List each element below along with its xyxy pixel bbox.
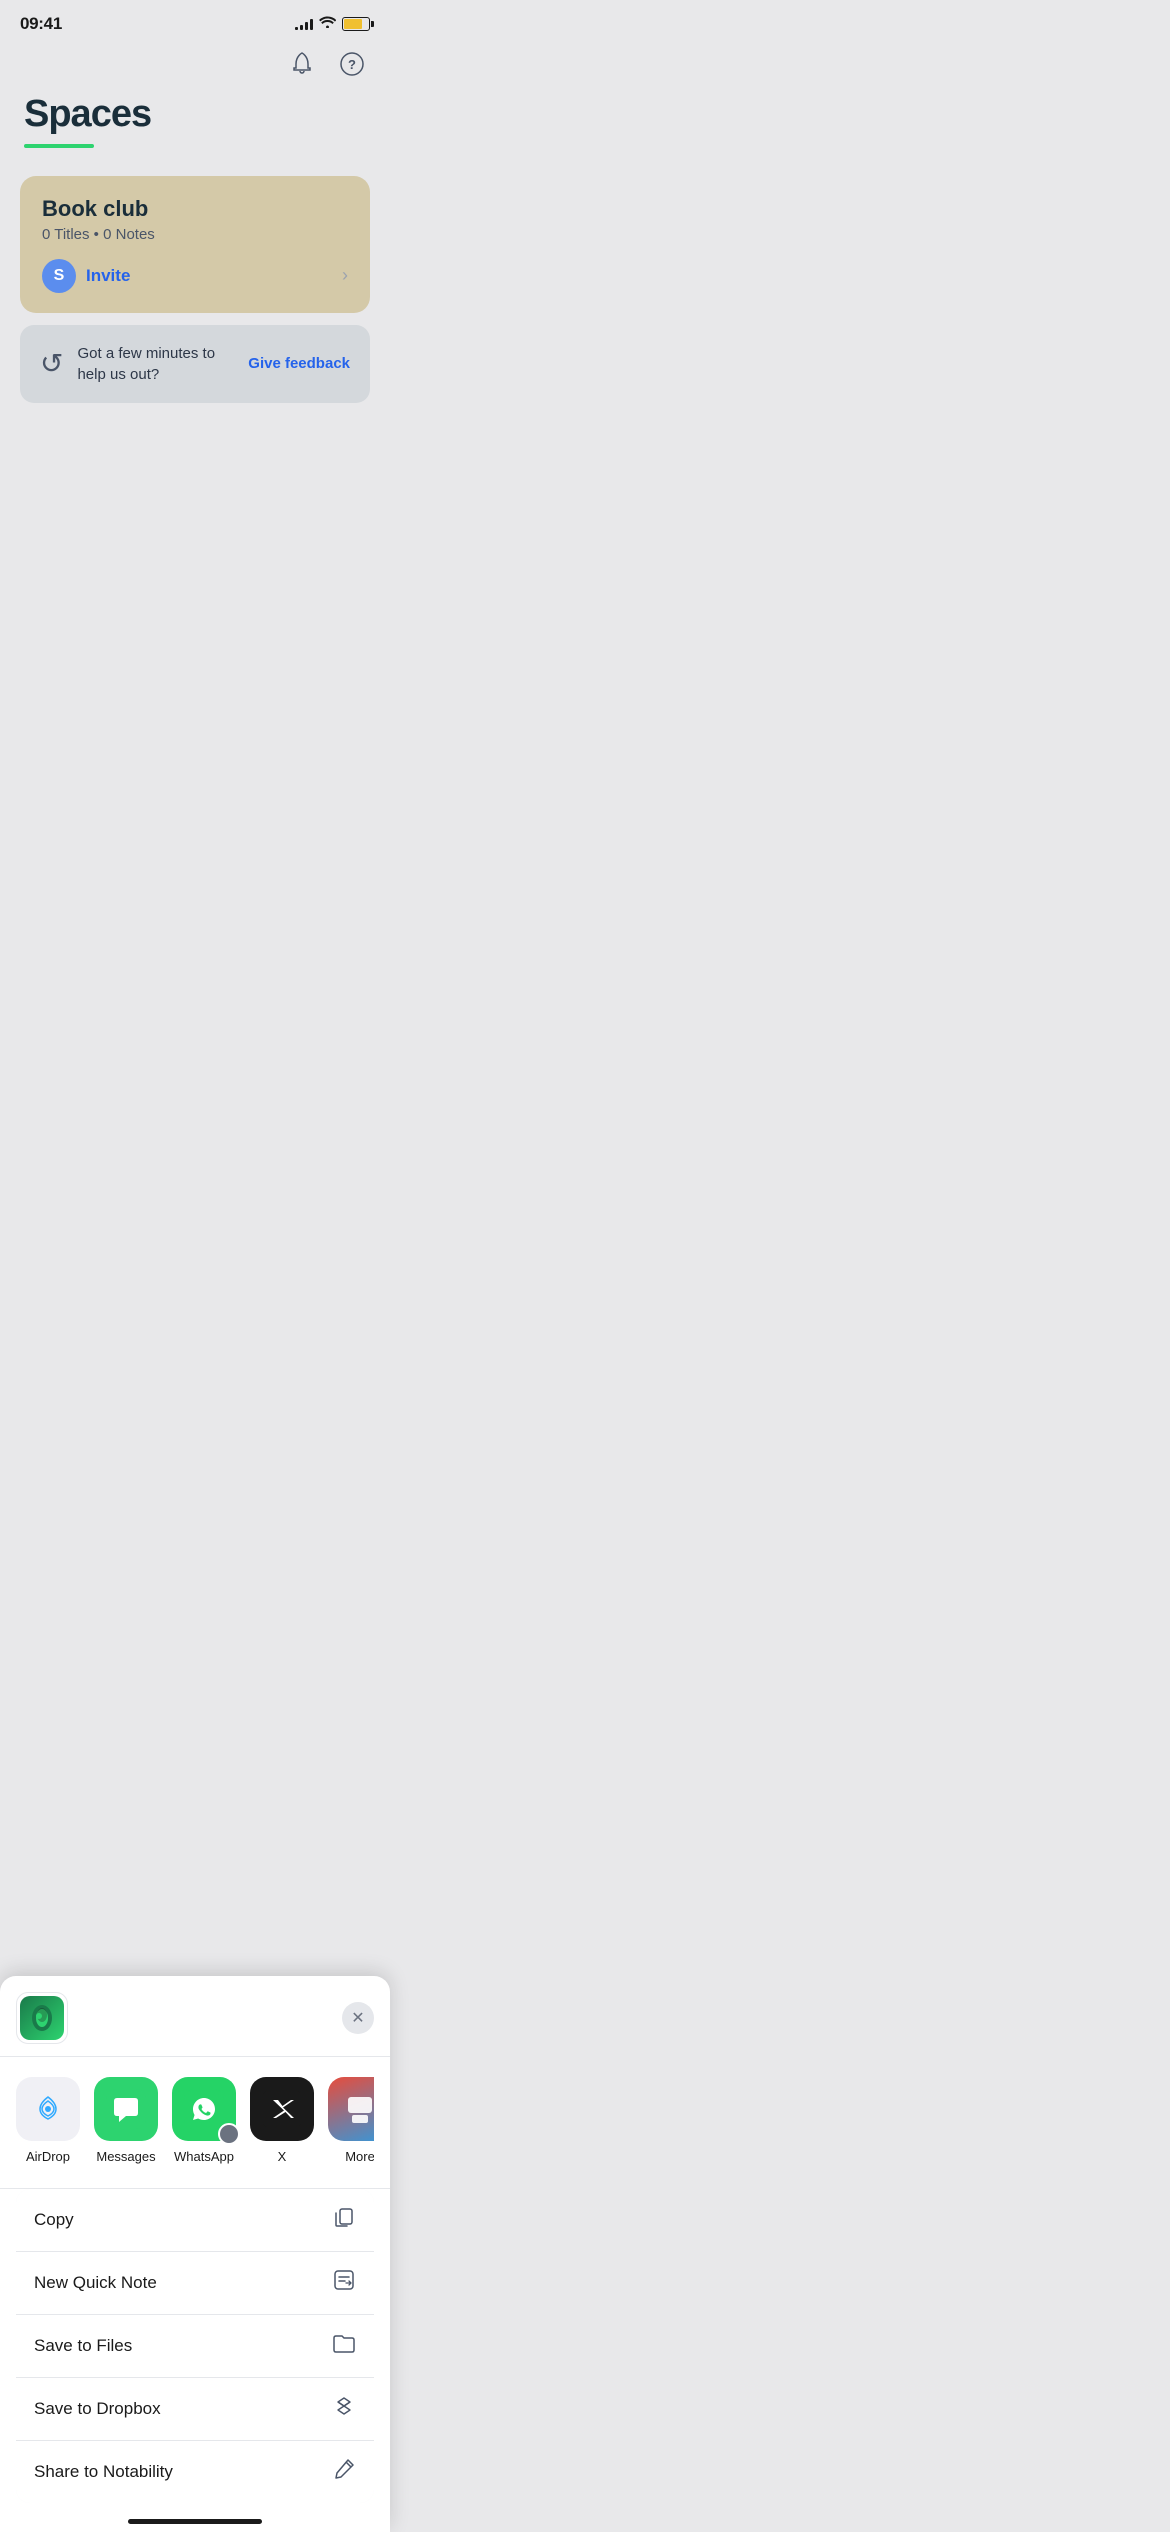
whatsapp-badge <box>218 2123 240 2145</box>
messages-label: Messages <box>96 2149 155 2164</box>
header-icons: ? <box>0 42 390 94</box>
battery-icon <box>342 17 370 31</box>
share-app-messages[interactable]: Messages <box>94 2077 158 2164</box>
feedback-card: ↺ Got a few minutes to help us out? Give… <box>20 325 370 403</box>
signal-icon <box>295 18 313 30</box>
share-app-whatsapp[interactable]: WhatsApp <box>172 2077 236 2164</box>
airdrop-icon <box>16 2077 80 2141</box>
copy-icon <box>332 2205 356 2235</box>
share-app-x[interactable]: X <box>250 2077 314 2164</box>
more-icon <box>328 2077 374 2141</box>
save-to-files-label: Save to Files <box>34 2336 132 2356</box>
pencil-icon <box>332 2457 356 2487</box>
dropbox-icon <box>332 2394 356 2424</box>
new-quick-note-action[interactable]: New Quick Note <box>16 2252 374 2315</box>
messages-icon <box>94 2077 158 2141</box>
folder-icon <box>332 2331 356 2361</box>
save-to-dropbox-action[interactable]: Save to Dropbox <box>16 2378 374 2441</box>
app-icon <box>16 1992 68 2044</box>
share-sheet: ✕ AirDrop <box>0 1976 390 2532</box>
whatsapp-icon <box>172 2077 236 2141</box>
avatar: S <box>42 259 76 293</box>
status-icons <box>295 15 370 33</box>
notification-button[interactable] <box>284 46 320 82</box>
book-club-card[interactable]: Book club 0 Titles • 0 Notes S Invite › <box>20 176 370 313</box>
share-app-more[interactable]: More <box>328 2077 374 2164</box>
book-club-meta: 0 Titles • 0 Notes <box>42 226 348 243</box>
share-to-notability-action[interactable]: Share to Notability <box>16 2441 374 2503</box>
x-label: X <box>278 2149 287 2164</box>
title-underline <box>24 144 94 148</box>
help-button[interactable]: ? <box>334 46 370 82</box>
page-title: Spaces <box>24 94 366 136</box>
share-to-notability-label: Share to Notability <box>34 2462 173 2482</box>
invite-row[interactable]: S Invite › <box>42 259 348 293</box>
airdrop-label: AirDrop <box>26 2149 70 2164</box>
copy-label: Copy <box>34 2210 74 2230</box>
give-feedback-link[interactable]: Give feedback <box>248 355 350 372</box>
copy-action[interactable]: Copy <box>16 2189 374 2252</box>
home-indicator <box>128 2519 262 2524</box>
share-apps-row: AirDrop Messages <box>16 2077 374 2168</box>
book-club-title: Book club <box>42 196 348 222</box>
svg-text:?: ? <box>348 57 356 72</box>
share-sheet-header: ✕ <box>0 1976 390 2057</box>
share-apps-section: AirDrop Messages <box>0 2057 390 2189</box>
refresh-icon: ↺ <box>40 347 63 380</box>
x-icon <box>250 2077 314 2141</box>
new-quick-note-label: New Quick Note <box>34 2273 157 2293</box>
close-icon: ✕ <box>351 2008 364 2028</box>
more-label: More <box>345 2149 374 2164</box>
save-to-dropbox-label: Save to Dropbox <box>34 2399 161 2419</box>
quick-note-icon <box>332 2268 356 2298</box>
page-title-section: Spaces <box>0 94 390 168</box>
chevron-right-icon: › <box>342 265 348 286</box>
close-button[interactable]: ✕ <box>342 2002 374 2034</box>
share-actions-list: Copy New Quick Note Save to Files <box>16 2189 374 2503</box>
invite-label: Invite <box>86 266 130 286</box>
status-time: 09:41 <box>20 14 62 34</box>
feedback-text: Got a few minutes to help us out? <box>77 343 234 385</box>
save-to-files-action[interactable]: Save to Files <box>16 2315 374 2378</box>
status-bar: 09:41 <box>0 0 390 42</box>
whatsapp-label: WhatsApp <box>174 2149 234 2164</box>
share-app-airdrop[interactable]: AirDrop <box>16 2077 80 2164</box>
wifi-icon <box>319 15 336 33</box>
